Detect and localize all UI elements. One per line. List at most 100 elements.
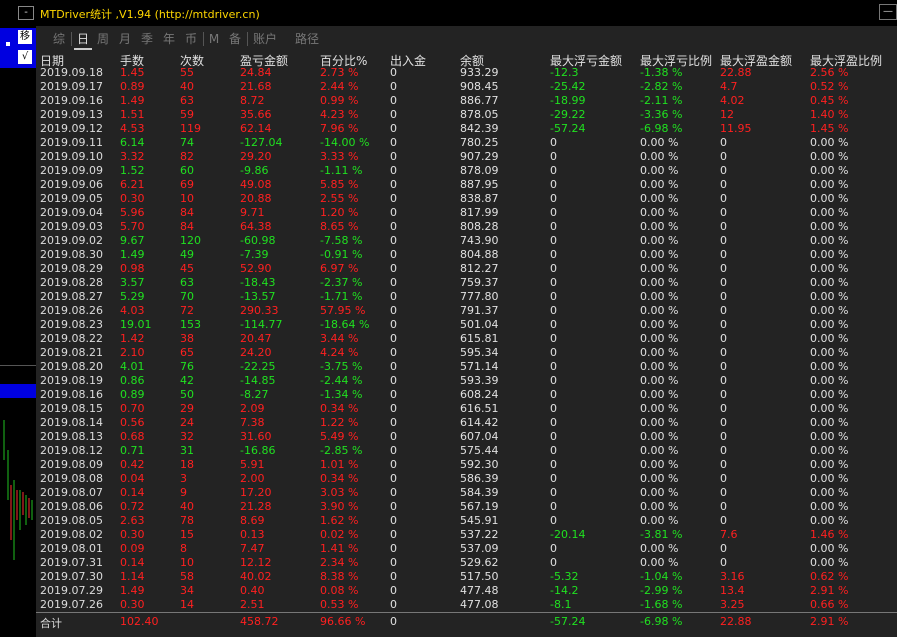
table-row[interactable]: 2019.08.14 0.56 24 7.38 1.22 % 0 614.42 0 0.00 %… [36,416,897,430]
cell-pnl: 2.09 [240,402,265,415]
cell-balance: 592.30 [460,458,499,471]
cell-lots: 0.09 [120,542,145,555]
table-row[interactable]: 2019.09.04 5.96 84 9.71 1.20 % 0 817.99 0 0.00 %… [36,206,897,220]
cell-pct: -1.11 % [320,164,363,177]
cell-pct: 5.85 % [320,178,359,191]
tab-1[interactable]: 日 [74,30,92,50]
title-bar[interactable]: MTDriver统计 ,V1.94 (http://mtdriver.cn) — [36,0,897,26]
window-control-button[interactable]: — [879,4,897,20]
table-row[interactable]: 2019.08.23 19.01 153 -114.77 -18.64 % 0 501.04… [36,318,897,332]
tab-2[interactable]: 周 [94,30,112,48]
tab-7[interactable]: M [206,30,222,48]
table-row[interactable]: 2019.08.28 3.57 63 -18.43 -2.37 % 0 759.37 0 0.0… [36,276,897,290]
cell-pct: 5.49 % [320,430,359,443]
table-row[interactable]: 2019.09.10 3.32 82 29.20 3.33 % 0 907.29 0 0.00 … [36,150,897,164]
cell-max-float-loss-pct: 0.00 % [640,374,679,387]
table-row[interactable]: 2019.07.29 1.49 34 0.40 0.08 % 0 477.48 -14.2 -2… [36,584,897,598]
table-row[interactable]: 2019.07.30 1.14 58 40.02 8.38 % 0 517.50 -5.32 -… [36,570,897,584]
table-row[interactable]: 2019.09.03 5.70 84 64.38 8.65 % 0 808.28 0 0.00 … [36,220,897,234]
table-row[interactable]: 2019.08.07 0.14 9 17.20 3.03 % 0 584.39 0 0.00 %… [36,486,897,500]
table-row[interactable]: 2019.07.31 0.14 10 12.12 2.34 % 0 529.62 0 0.00 … [36,556,897,570]
table-row[interactable]: 2019.08.22 1.42 38 20.47 3.44 % 0 615.81 0 0.00 … [36,332,897,346]
table-row[interactable]: 2019.08.27 5.29 70 -13.57 -1.71 % 0 777.80 0 0.0… [36,290,897,304]
cell-max-float-loss-pct: 0.00 % [640,360,679,373]
table-row[interactable]: 2019.08.12 0.71 31 -16.86 -2.85 % 0 575.44 0 0.0… [36,444,897,458]
cell-deposit: 0 [390,136,397,149]
tool-panel: 移 √ [0,28,36,68]
table-row[interactable]: 2019.08.16 0.89 50 -8.27 -1.34 % 0 608.24 0 0.00… [36,388,897,402]
check-button[interactable]: √ [18,50,32,64]
cell-max-float-loss-pct: 0.00 % [640,430,679,443]
table-row[interactable]: 2019.09.09 1.52 60 -9.86 -1.11 % 0 878.09 0 0.00… [36,164,897,178]
tab-10[interactable]: 路径 [292,30,322,48]
cell-count: 76 [180,360,194,373]
tab-6[interactable]: 币 [182,30,200,48]
cell-max-float-loss-pct: 0.00 % [640,444,679,457]
table-row[interactable]: 2019.08.06 0.72 40 21.28 3.90 % 0 567.19 0 0.00 … [36,500,897,514]
cell-pnl: 21.28 [240,500,272,513]
tab-0[interactable]: 综 [50,30,68,48]
table-row[interactable]: 2019.08.08 0.04 3 2.00 0.34 % 0 586.39 0 0.00 % 0… [36,472,897,486]
minimize-button[interactable]: - [18,6,34,20]
table-row[interactable]: 2019.09.18 1.45 55 24.84 2.73 % 0 933.29 -12.3 -… [36,66,897,80]
table-row[interactable]: 2019.08.02 0.30 15 0.13 0.02 % 0 537.22 -20.14 -… [36,528,897,542]
table-row[interactable]: 2019.08.01 0.09 8 7.47 1.41 % 0 537.09 0 0.00 % 0… [36,542,897,556]
cell-pct: 0.02 % [320,528,359,541]
table-row[interactable]: 2019.09.06 6.21 69 49.08 5.85 % 0 887.95 0 0.00 … [36,178,897,192]
tab-9[interactable]: 账户 [250,30,280,48]
cell-max-float-loss-pct: 0.00 % [640,346,679,359]
cell-count: 60 [180,164,194,177]
cell-lots: 0.14 [120,556,145,569]
cell-max-float-profit: 0 [720,304,727,317]
cell-pct: 1.01 % [320,458,359,471]
table-row[interactable]: 2019.09.05 0.30 10 20.88 2.55 % 0 838.87 0 0.00 … [36,192,897,206]
cell-max-float-loss: -5.32 [550,570,579,583]
cell-date: 2019.07.31 [40,556,103,569]
cell-date: 2019.07.30 [40,570,103,583]
cell-max-float-loss-pct: 0.00 % [640,276,679,289]
table-row[interactable]: 2019.09.02 9.67 120 -60.98 -7.58 % 0 743.90 0 0.… [36,234,897,248]
table-row[interactable]: 2019.09.17 0.89 40 21.68 2.44 % 0 908.45 -25.42… [36,80,897,94]
cell-pnl: 0.40 [240,584,265,597]
table-row[interactable]: 2019.08.30 1.49 49 -7.39 -0.91 % 0 804.88 0 0.00… [36,248,897,262]
cell-max-float-profit-pct: 0.00 % [810,318,849,331]
cell-count: 38 [180,332,194,345]
table-row[interactable]: 2019.08.15 0.70 29 2.09 0.34 % 0 616.51 0 0.00 %… [36,402,897,416]
cell-max-float-profit-pct: 0.00 % [810,374,849,387]
cell-count: 24 [180,416,194,429]
cell-deposit: 0 [390,150,397,163]
cell-max-float-profit: 0 [720,458,727,471]
cell-lots: 3.32 [120,150,145,163]
cell-balance: 595.34 [460,346,499,359]
table-row[interactable]: 2019.08.19 0.86 42 -14.85 -2.44 % 0 593.39 0 0.0… [36,374,897,388]
cell-max-float-profit: 0 [720,276,727,289]
table-row[interactable]: 2019.08.26 4.03 72 290.33 57.95 % 0 791.37 0 0.0… [36,304,897,318]
table-row[interactable]: 2019.09.11 6.14 74 -127.04 -14.00 % 0 780.25 0 0… [36,136,897,150]
cell-pct: 0.08 % [320,584,359,597]
table-row[interactable]: 2019.08.09 0.42 18 5.91 1.01 % 0 592.30 0 0.00 %… [36,458,897,472]
tab-8[interactable]: 备 [226,30,244,48]
cell-pnl: -127.04 [240,136,283,149]
cell-deposit: 0 [390,332,397,345]
table-row[interactable]: 2019.09.12 4.53 119 62.14 7.96 % 0 842.39 -57.2… [36,122,897,136]
table-row[interactable]: 2019.08.20 4.01 76 -22.25 -3.75 % 0 571.14 0 0.0… [36,360,897,374]
tab-4[interactable]: 季 [138,30,156,48]
tab-5[interactable]: 年 [160,30,178,48]
cell-pnl: 9.71 [240,206,265,219]
cell-deposit: 0 [390,500,397,513]
table-row[interactable]: 2019.07.26 0.30 14 2.51 0.53 % 0 477.08 -8.1 -1.… [36,598,897,612]
move-button[interactable]: 移 [18,30,32,44]
table-row[interactable]: 2019.09.16 1.49 63 8.72 0.99 % 0 886.77 -18.99 -… [36,94,897,108]
table-row[interactable]: 2019.09.13 1.51 59 35.66 4.23 % 0 878.05 -29.22… [36,108,897,122]
cell-max-float-profit-pct: 0.00 % [810,360,849,373]
tab-separator [203,32,204,46]
tab-3[interactable]: 月 [116,30,134,48]
cell-lots: 0.72 [120,500,145,513]
cell-lots: 1.51 [120,108,145,121]
cell-lots: 0.71 [120,444,145,457]
table-row[interactable]: 2019.08.05 2.63 78 8.69 1.62 % 0 545.91 0 0.00 %… [36,514,897,528]
table-row[interactable]: 2019.08.29 0.98 45 52.90 6.97 % 0 812.27 0 0.00 … [36,262,897,276]
cell-deposit: 0 [390,388,397,401]
table-row[interactable]: 2019.08.21 2.10 65 24.20 4.24 % 0 595.34 0 0.00 … [36,346,897,360]
table-row[interactable]: 2019.08.13 0.68 32 31.60 5.49 % 0 607.04 0 0.00 … [36,430,897,444]
